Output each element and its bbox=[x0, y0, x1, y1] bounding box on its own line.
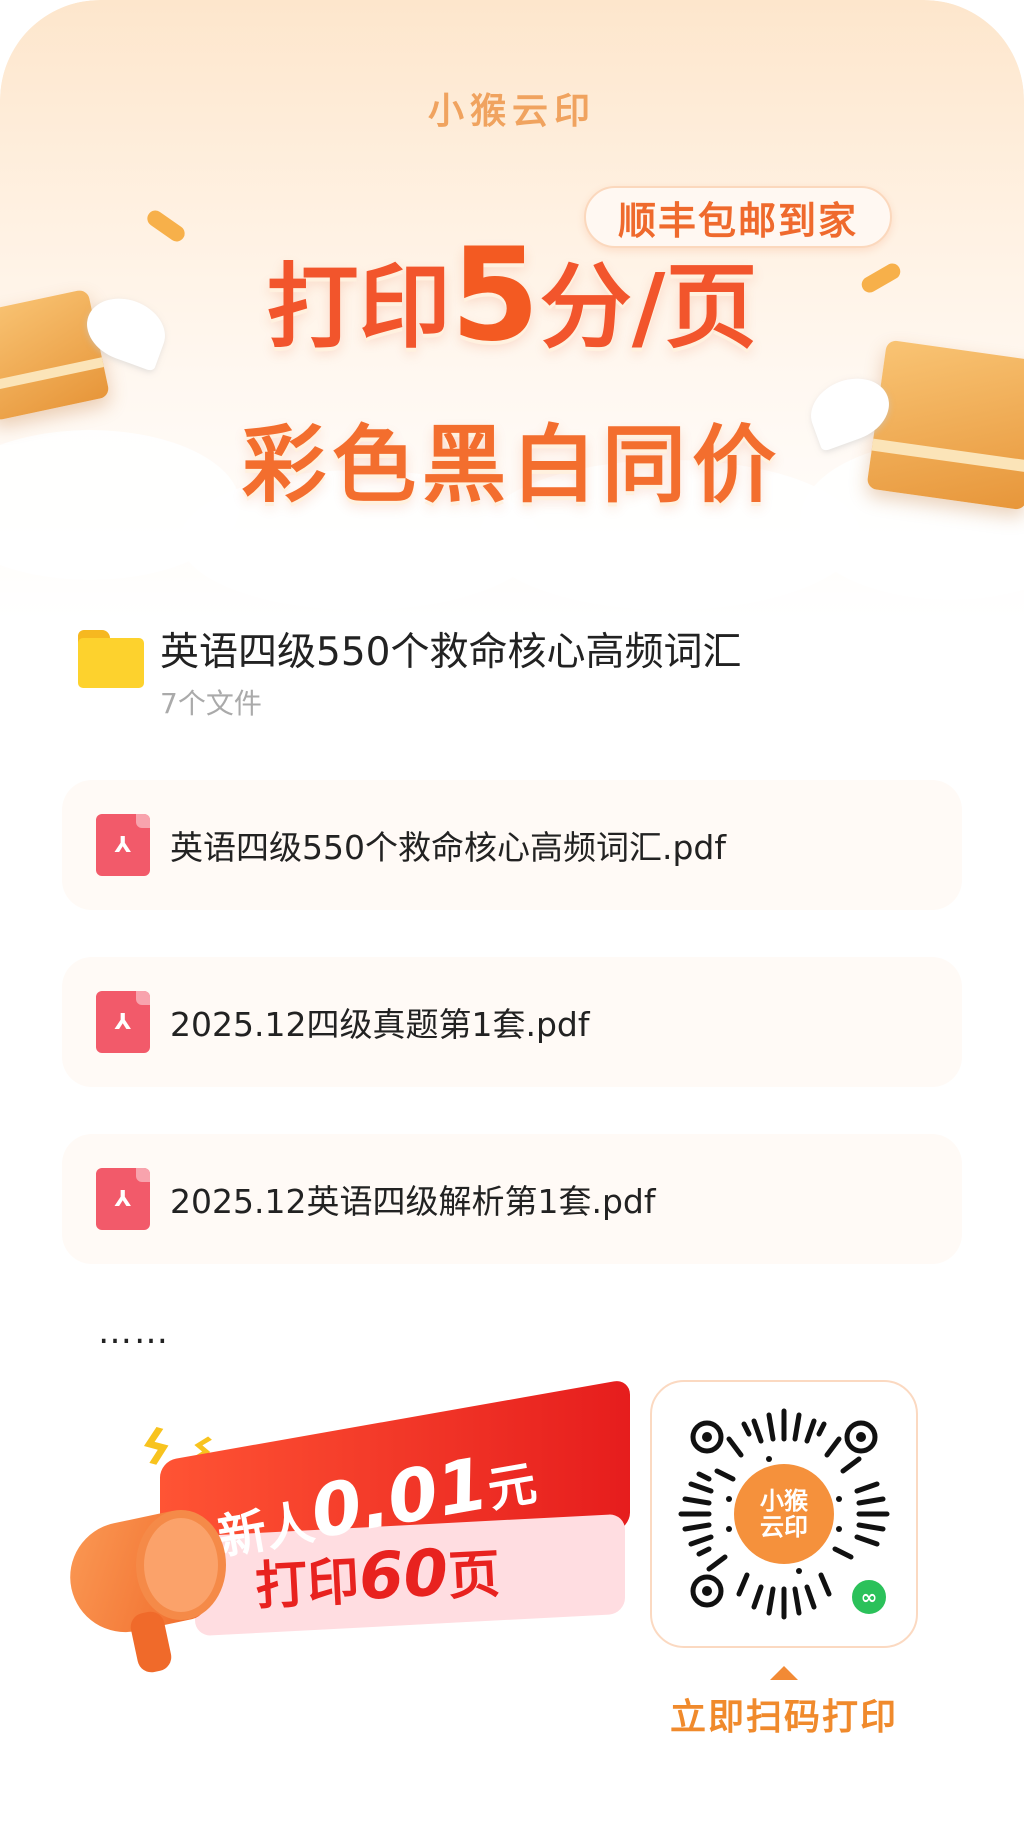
headline-number: 5 bbox=[450, 221, 540, 370]
mini-program-qr-code[interactable]: 小猴 云印 ∞ bbox=[650, 1380, 918, 1648]
pdf-icon: ⅄ bbox=[96, 814, 150, 876]
promo-pages: 60 bbox=[357, 1536, 450, 1615]
file-name: 2025.12英语四级解析第1套.pdf bbox=[170, 1182, 656, 1221]
promo-line-2: 打印60页 bbox=[253, 1532, 502, 1621]
promo-page: 小猴云印 顺丰包邮到家 打印5分/页 彩色黑白同价 英语四级550个救命核心高频… bbox=[0, 0, 1024, 1828]
price-subheadline: 彩色黑白同价 bbox=[241, 416, 782, 514]
new-user-promo[interactable]: ϟ ϟ 新人0.01元 打印60页 bbox=[50, 1378, 630, 1680]
folder-header[interactable]: 英语四级550个救命核心高频词汇 7个文件 bbox=[78, 628, 741, 722]
folder-title: 英语四级550个救命核心高频词汇 bbox=[160, 630, 742, 675]
headline-suffix: 分/页 bbox=[539, 254, 758, 361]
pdf-icon: ⅄ bbox=[96, 991, 150, 1053]
wechat-mini-program-icon: ∞ bbox=[849, 1577, 889, 1617]
folder-icon bbox=[78, 630, 144, 688]
brand-logo-badge: 小猴 云印 bbox=[734, 1464, 834, 1564]
folder-file-count: 7个文件 bbox=[160, 687, 262, 720]
pdf-icon: ⅄ bbox=[96, 1168, 150, 1230]
price-headline: 打印5分/页 bbox=[0, 232, 1024, 360]
more-files-ellipsis: …… bbox=[98, 1312, 170, 1352]
qr-code: 小猴 云印 ∞ bbox=[669, 1399, 899, 1629]
promo-line-2-prefix: 打印 bbox=[253, 1552, 361, 1618]
megaphone-bell bbox=[136, 1510, 226, 1620]
qr-logo-line-1: 小猴 bbox=[760, 1486, 808, 1515]
scan-to-print-caption: 立即扫码打印 bbox=[669, 1697, 898, 1738]
file-card[interactable]: ⅄ 2025.12英语四级解析第1套.pdf bbox=[62, 1134, 962, 1264]
brand-logo: 小猴云印 bbox=[427, 91, 596, 132]
file-card[interactable]: ⅄ 2025.12四级真题第1套.pdf bbox=[62, 957, 962, 1087]
file-card[interactable]: ⅄ 英语四级550个救命核心高频词汇.pdf bbox=[62, 780, 962, 910]
headline-prefix: 打印 bbox=[266, 254, 451, 361]
hero-banner: 小猴云印 顺丰包邮到家 打印5分/页 彩色黑白同价 bbox=[0, 0, 1024, 620]
file-name: 2025.12四级真题第1套.pdf bbox=[170, 1005, 590, 1044]
promo-unit: 元 bbox=[483, 1455, 541, 1519]
qr-logo-line-2: 云印 bbox=[760, 1513, 808, 1541]
file-name: 英语四级550个救命核心高频词汇.pdf bbox=[170, 828, 726, 867]
promo-page-unit: 页 bbox=[446, 1544, 502, 1608]
caret-up-icon bbox=[770, 1666, 798, 1680]
